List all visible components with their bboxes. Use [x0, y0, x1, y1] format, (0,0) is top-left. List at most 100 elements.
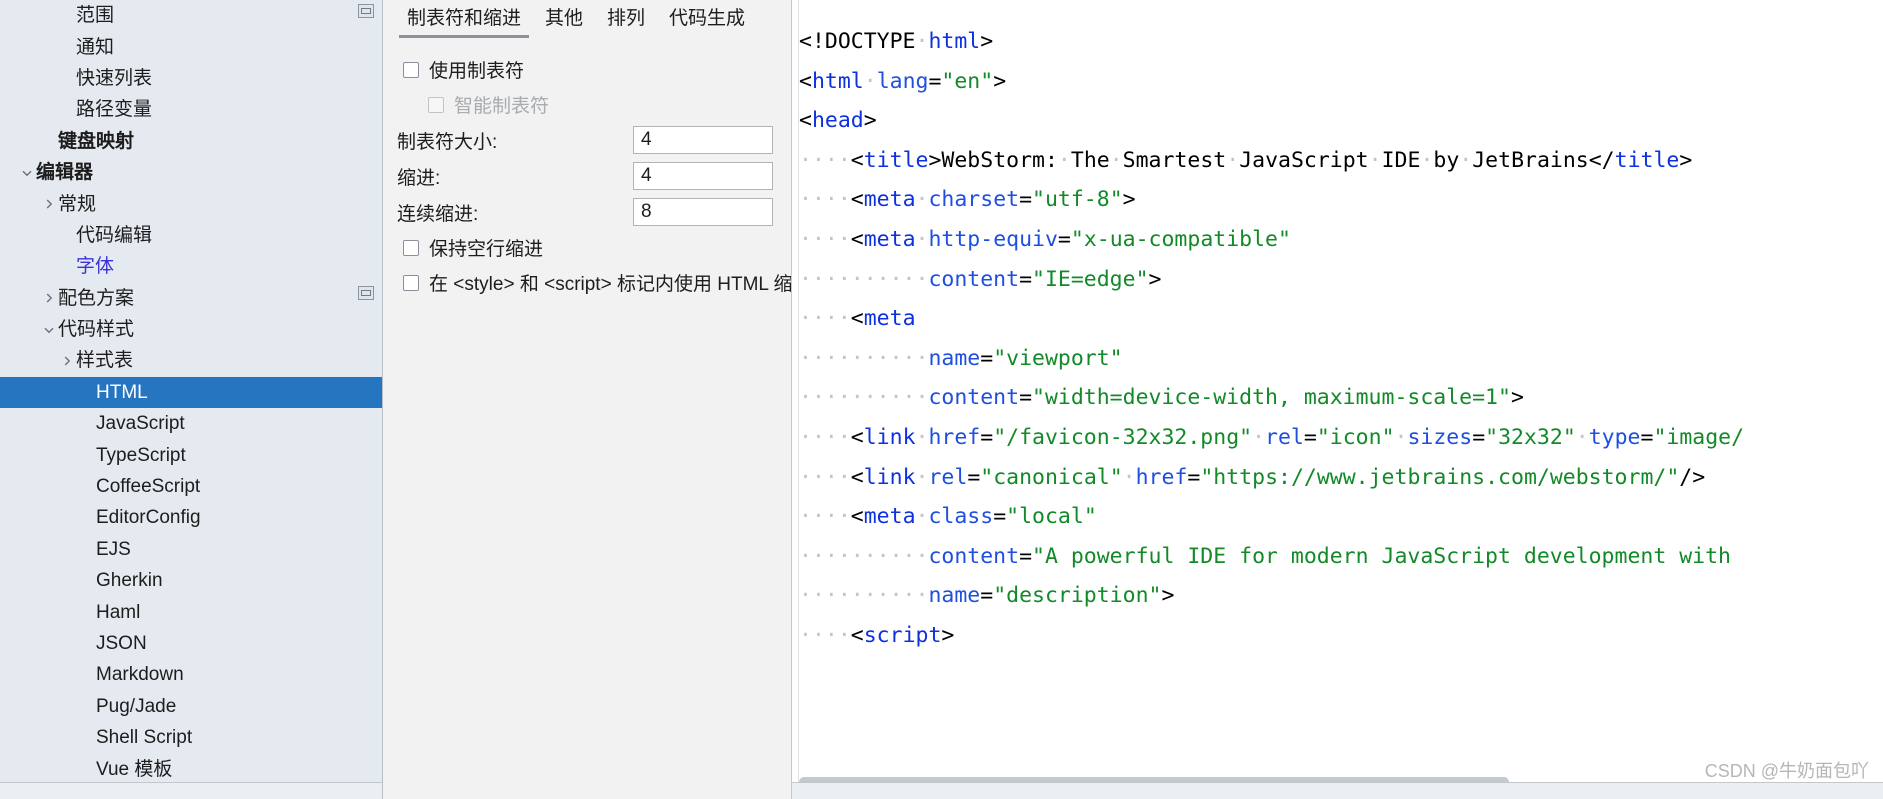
- code-token-ws: ·: [1420, 147, 1434, 173]
- sidebar-item-字体[interactable]: 字体: [0, 251, 382, 282]
- code-token-val: "local": [1006, 504, 1097, 530]
- code-token-text: JetBrains: [1472, 147, 1589, 173]
- sidebar-item-EJS[interactable]: EJS: [0, 534, 382, 565]
- code-token-ws: ·: [1057, 147, 1071, 173]
- sidebar-item-快速列表[interactable]: 快速列表: [0, 63, 382, 94]
- settings-tab-bar[interactable]: 制表符和缩进 其他 排列 代码生成: [383, 0, 791, 38]
- sidebar-item-label: 编辑器: [36, 162, 94, 184]
- tab-排列[interactable]: 排列: [595, 3, 657, 38]
- chevron-right-icon[interactable]: [40, 198, 58, 210]
- code-token-ws: ·: [863, 68, 877, 94]
- code-token-ws: ····: [799, 464, 851, 490]
- input-制表符大小[interactable]: [633, 126, 773, 154]
- code-token-punct: >: [1161, 583, 1175, 609]
- code-token-attr: content: [928, 543, 1020, 569]
- code-token-punct: <: [850, 424, 864, 450]
- checkbox-icon[interactable]: [403, 239, 419, 256]
- code-token-punct: >: [928, 147, 942, 173]
- checkbox-row-保持空行缩进[interactable]: 保持空行缩进: [383, 230, 791, 265]
- code-token-punct: >: [1679, 147, 1693, 173]
- code-line: <html·lang="en">: [799, 62, 1883, 102]
- code-token-val: "en": [941, 68, 994, 94]
- code-style-preview-pane[interactable]: <!DOCTYPE·html> <html·lang="en"> <head> ···…: [792, 0, 1883, 799]
- sidebar-item-通知[interactable]: 通知: [0, 31, 382, 62]
- sidebar-scroll-button-top[interactable]: [358, 4, 374, 18]
- sidebar-item-Vue 模板[interactable]: Vue 模板: [0, 753, 382, 784]
- sidebar-item-HTML[interactable]: HTML: [0, 376, 382, 409]
- sidebar-item-Gherkin[interactable]: Gherkin: [0, 565, 382, 596]
- code-line: ····<meta: [799, 299, 1883, 339]
- checkbox-row-在 <style> 和 <script> 标记内使用 HTML 缩进[interactable]: 在 <style> 和 <script> 标记内使用 HTML 缩进: [383, 265, 791, 300]
- code-token-attr: name: [928, 583, 981, 609]
- sidebar-item-常规[interactable]: 常规: [0, 188, 382, 219]
- code-token-punct: >: [863, 108, 877, 134]
- code-token-tag: meta: [863, 306, 916, 332]
- code-style-settings-pane: 制表符和缩进其他排列代码生成 使用制表符智能制表符 制表符大小: 缩进: 连续缩进:…: [383, 0, 792, 799]
- sidebar-item-Markdown[interactable]: Markdown: [0, 659, 382, 690]
- code-token-val: "utf-8": [1032, 187, 1123, 213]
- sidebar-item-Shell Script[interactable]: Shell Script: [0, 722, 382, 753]
- code-token-tag: title: [1614, 147, 1680, 173]
- checkbox-icon[interactable]: [403, 61, 419, 78]
- code-token-text: JavaScript: [1239, 147, 1369, 173]
- code-token-tag: meta: [863, 504, 916, 530]
- checkbox-icon[interactable]: [403, 274, 419, 291]
- code-token-tag: link: [863, 464, 916, 490]
- code-line: ··········content="width=device-width, m…: [799, 378, 1883, 418]
- sidebar-item-label: 常规: [58, 193, 97, 215]
- input-连续缩进[interactable]: [633, 198, 773, 226]
- code-line: ····<script>: [799, 616, 1883, 656]
- code-token-punct: =: [980, 424, 994, 450]
- code-token-punct: =: [1303, 424, 1317, 450]
- code-token-punct: =: [993, 504, 1007, 530]
- sidebar-item-label: EJS: [96, 538, 131, 560]
- code-token-tag: meta: [863, 226, 916, 252]
- code-token-punct: <: [799, 68, 812, 94]
- preview-code-text[interactable]: <!DOCTYPE·html> <html·lang="en"> <head> ···…: [799, 0, 1883, 799]
- input-缩进[interactable]: [633, 162, 773, 190]
- sidebar-item-label: Haml: [96, 601, 141, 623]
- sidebar-item-label: 范围: [76, 5, 115, 27]
- chevron-right-icon[interactable]: [58, 355, 76, 367]
- chevron-down-icon[interactable]: [40, 324, 58, 336]
- chevron-down-icon[interactable]: [18, 167, 36, 179]
- sidebar-item-样式表[interactable]: 样式表: [0, 345, 382, 376]
- code-token-attr: lang: [876, 68, 929, 94]
- tab-制表符和缩进[interactable]: 制表符和缩进: [395, 3, 533, 38]
- code-token-attr: content: [928, 385, 1020, 411]
- settings-tree[interactable]: 范围通知快速列表 路径变量 键盘映射编辑器常规代码编辑 字体 配色方案 代码样式样式表 HT…: [0, 0, 382, 785]
- sidebar-item-代码样式[interactable]: 代码样式: [0, 314, 382, 345]
- settings-category-sidebar[interactable]: 范围通知快速列表 路径变量 键盘映射编辑器常规代码编辑 字体 配色方案 代码样式样式表 HT…: [0, 0, 383, 799]
- chevron-right-icon[interactable]: [40, 292, 58, 304]
- code-line: ····<meta·charset="utf-8">: [799, 180, 1883, 220]
- sidebar-item-EditorConfig[interactable]: EditorConfig: [0, 502, 382, 533]
- sidebar-item-label: 通知: [76, 36, 115, 58]
- sidebar-scroll-button-middle[interactable]: [358, 286, 374, 300]
- code-token-ws: ····: [799, 504, 851, 530]
- sidebar-item-键盘映射[interactable]: 键盘映射: [0, 126, 382, 157]
- code-token-punct: <: [850, 187, 864, 213]
- sidebar-item-配色方案[interactable]: 配色方案: [0, 283, 382, 314]
- sidebar-item-编辑器[interactable]: 编辑器: [0, 157, 382, 188]
- sidebar-item-Pug/Jade[interactable]: Pug/Jade: [0, 691, 382, 722]
- tab-其他[interactable]: 其他: [533, 3, 595, 38]
- sidebar-item-label: 样式表: [76, 350, 134, 372]
- tab-代码生成[interactable]: 代码生成: [657, 3, 757, 38]
- code-token-punct: >: [980, 29, 994, 54]
- sidebar-item-label: Shell Script: [96, 727, 193, 749]
- sidebar-item-代码编辑[interactable]: 代码编辑: [0, 220, 382, 251]
- sidebar-item-TypeScript[interactable]: TypeScript: [0, 439, 382, 470]
- code-token-punct: <: [799, 108, 812, 134]
- code-line: ····<link·rel="canonical"·href="https://…: [799, 458, 1883, 498]
- sidebar-item-范围[interactable]: 范围: [0, 0, 382, 31]
- sidebar-item-JSON[interactable]: JSON: [0, 628, 382, 659]
- field-row-连续缩进: 连续缩进:: [383, 194, 791, 230]
- sidebar-item-CoffeeScript[interactable]: CoffeeScript: [0, 471, 382, 502]
- sidebar-item-路径变量[interactable]: 路径变量: [0, 94, 382, 125]
- sidebar-item-label: CoffeeScript: [96, 476, 201, 498]
- code-token-ws: ·: [915, 424, 929, 450]
- sidebar-item-Haml[interactable]: Haml: [0, 596, 382, 627]
- checkbox-row-使用制表符[interactable]: 使用制表符: [383, 52, 791, 87]
- code-token-punct: =: [1019, 266, 1033, 292]
- sidebar-item-JavaScript[interactable]: JavaScript: [0, 408, 382, 439]
